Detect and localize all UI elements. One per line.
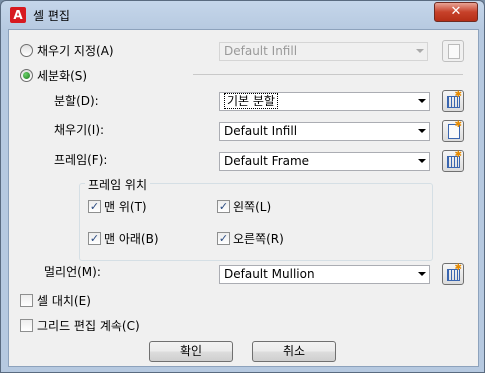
new-star-icon: ✱ [454,120,462,130]
dialog-client-area: 채우기 지정(A) Default Infill 세분화(S) 분할(D): 기… [8,29,479,367]
frame-right-checkbox[interactable]: ✓ [217,232,230,245]
subdivide-radio[interactable] [20,69,33,82]
dialog-window: A 셀 편집 ✕ 채우기 지정(A) Default Infill 세분화(S)… [0,0,485,373]
frame-left-label: 왼쪽(L) [233,200,272,214]
set-infill-radio[interactable] [20,44,33,57]
set-infill-label: 채우기 지정(A) [37,44,114,58]
frame-combo-value: Default Frame [224,154,310,168]
frame-combo[interactable]: Default Frame [219,152,430,171]
document-icon [448,44,460,59]
frame-style-button[interactable]: ✱ [442,150,464,172]
chevron-down-icon [418,159,426,163]
ok-button[interactable]: 확인 [149,341,233,362]
set-infill-combo[interactable]: Default Infill [219,42,428,61]
mullion-combo-value: Default Mullion [224,267,315,281]
title-bar[interactable]: A 셀 편집 ✕ [1,1,484,29]
division-style-button[interactable]: ✱ [442,90,464,112]
cell-replace-label: 셀 대치(E) [37,294,91,308]
infill-label: 채우기(I): [54,123,105,137]
infill-new-button[interactable]: ✱ [442,120,464,142]
continue-grid-edit-checkbox[interactable] [20,319,33,332]
frame-top-checkbox[interactable]: ✓ [88,200,101,213]
dialog-title: 셀 편집 [33,9,70,23]
separator [193,74,463,75]
continue-grid-edit-label: 그리드 편집 계속(C) [37,319,140,333]
frame-position-title: 프레임 위치 [85,176,151,193]
chevron-down-icon [418,99,426,103]
autocad-app-icon: A [10,7,26,23]
mullion-style-button[interactable]: ✱ [442,263,464,285]
chevron-down-icon [418,272,426,276]
cell-replace-checkbox[interactable] [20,294,33,307]
close-button[interactable]: ✕ [434,2,478,22]
chevron-down-icon [418,129,426,133]
set-infill-combo-value: Default Infill [224,44,298,58]
infill-style-button[interactable] [442,40,464,62]
new-star-icon: ✱ [454,263,462,273]
frame-top-label: 맨 위(T) [104,200,147,214]
mullion-label: 멀리언(M): [44,265,101,279]
infill-combo-value: Default Infill [224,124,298,138]
mullion-combo[interactable]: Default Mullion [219,265,430,284]
frame-position-group: 프레임 위치 ✓ 맨 위(T) ✓ 왼쪽(L) ✓ 맨 아래(B) ✓ 오른쪽(… [79,176,433,261]
frame-bottom-label: 맨 아래(B) [104,232,159,246]
chevron-down-icon [416,49,424,53]
frame-left-checkbox[interactable]: ✓ [217,200,230,213]
infill-combo[interactable]: Default Infill [219,122,430,141]
division-combo[interactable]: 기본 분할 [219,92,430,111]
division-label: 분할(D): [54,94,99,108]
frame-right-label: 오른쪽(R) [233,232,284,246]
cancel-button[interactable]: 취소 [252,341,336,362]
subdivide-label: 세분화(S) [37,69,88,83]
division-combo-value: 기본 분할 [224,93,278,109]
frame-bottom-checkbox[interactable]: ✓ [88,232,101,245]
new-star-icon: ✱ [454,150,462,160]
frame-label: 프레임(F): [54,153,108,167]
new-star-icon: ✱ [454,90,462,100]
